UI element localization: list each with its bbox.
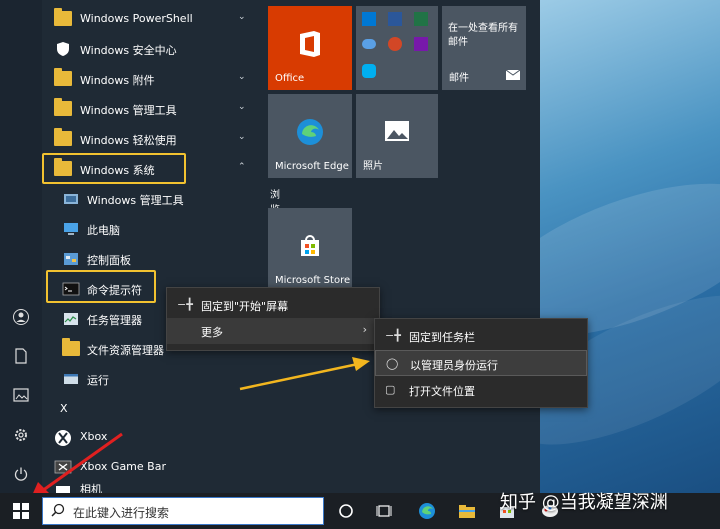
edge-taskbar-icon[interactable] [417, 501, 437, 521]
windows-start-icon[interactable] [11, 501, 31, 521]
search-icon [51, 503, 67, 519]
watermark: 知乎 @当我凝望深渊 [500, 492, 668, 513]
file-explorer-taskbar-icon[interactable] [457, 501, 477, 521]
yellow-arrow-head [352, 357, 370, 371]
search-placeholder: 在此键入进行搜索 [73, 506, 170, 520]
red-arrow-line [41, 432, 123, 493]
yellow-arrow-line [239, 362, 359, 391]
search-box[interactable]: 在此键入进行搜索 [42, 497, 324, 525]
task-view-icon[interactable] [374, 501, 394, 521]
annotation-arrows [30, 357, 370, 500]
cortana-icon[interactable] [336, 501, 356, 521]
